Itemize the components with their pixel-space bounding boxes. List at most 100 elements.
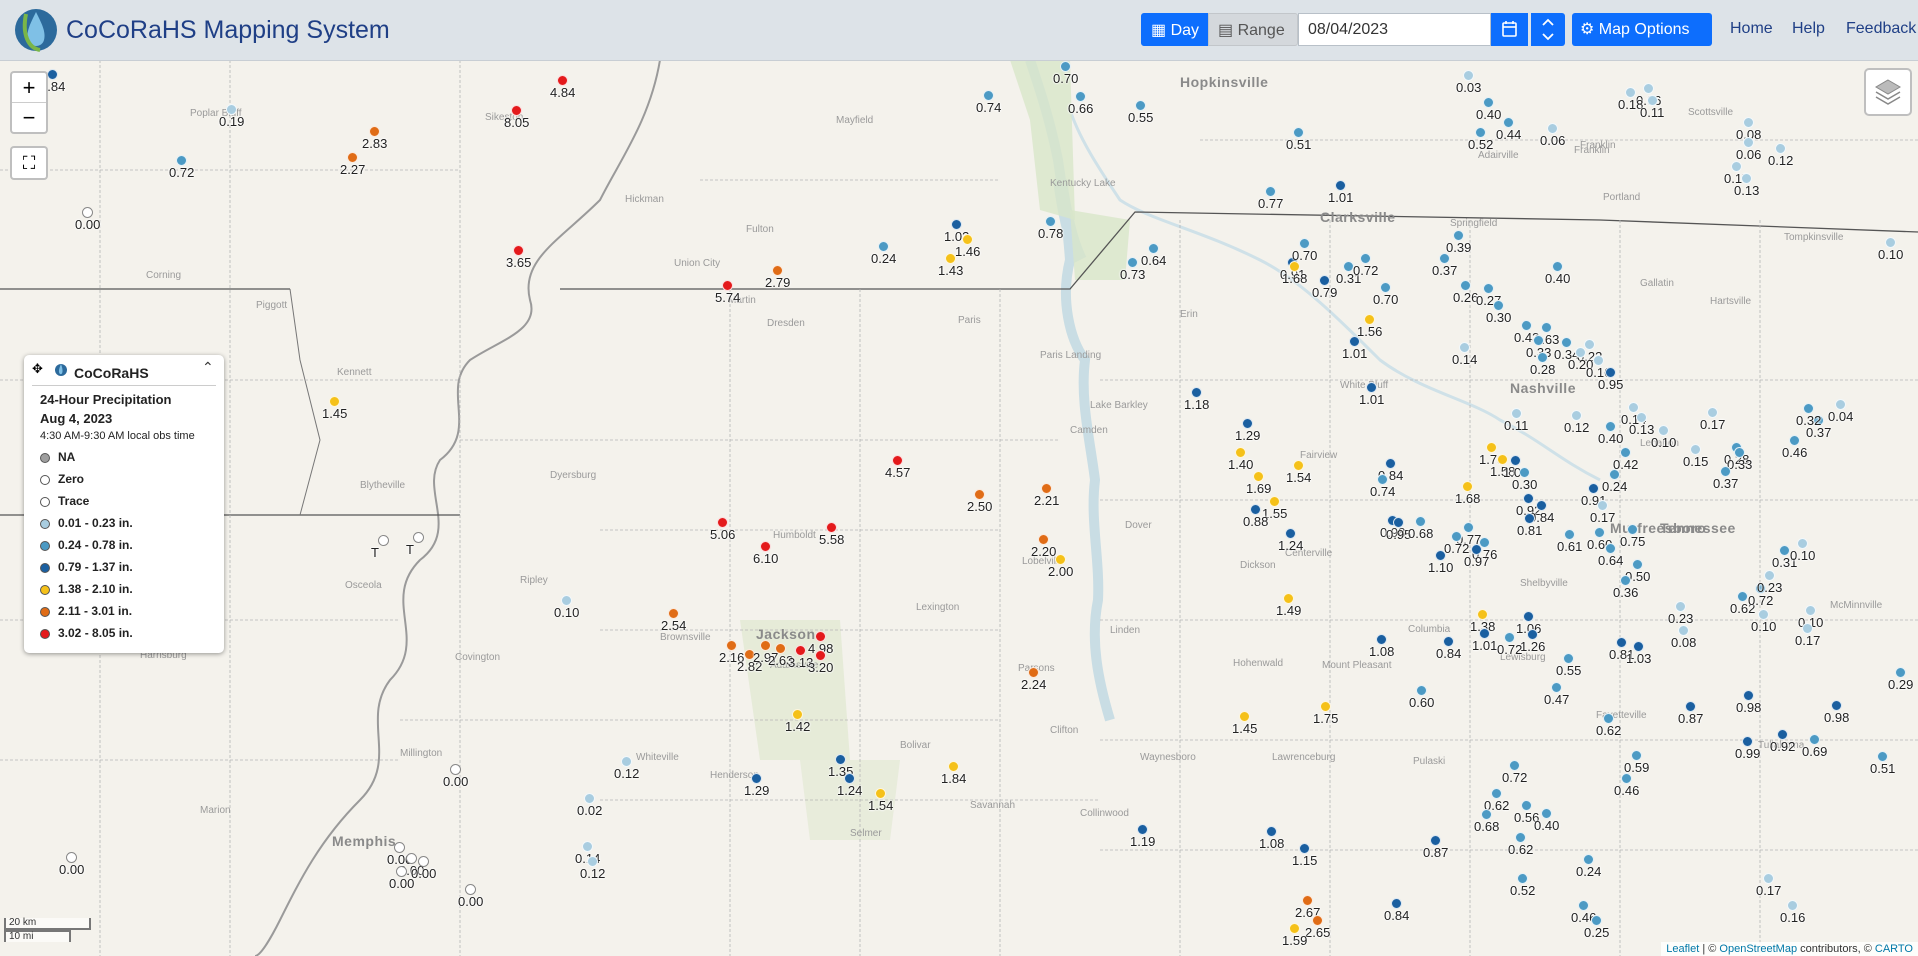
carto-link[interactable]: CARTO — [1875, 943, 1913, 955]
place-label: Columbia — [1408, 624, 1451, 635]
zoom-out-button[interactable]: − — [12, 103, 46, 132]
station-value-label: 0.69 — [1802, 744, 1828, 759]
station-value-label: 1.54 — [868, 798, 894, 813]
station-value-label: 2.83 — [362, 136, 388, 151]
collapse-chevron-icon[interactable]: ⌃ — [202, 359, 214, 376]
place-label: Pulaski — [1413, 756, 1446, 767]
station-value-label: 0.29 — [1888, 677, 1914, 692]
legend-divider — [32, 385, 216, 386]
station-value-label: 0.52 — [1468, 137, 1494, 152]
station-value-label: 1.29 — [744, 783, 770, 798]
station-value-label: 1.68 — [1282, 271, 1308, 286]
station-value-label: 0.36 — [1613, 585, 1639, 600]
place-label: Dover — [1125, 520, 1152, 531]
cocorahs-logo[interactable] — [12, 4, 62, 54]
legend-class-label: 0.01 - 0.23 in. — [58, 516, 133, 530]
station-value-label: 0.84 — [1384, 908, 1410, 923]
station-value-label: 1.68 — [1455, 491, 1481, 506]
place-label: Nashville — [1510, 380, 1576, 396]
station-value-label: 2.50 — [967, 499, 993, 514]
station-value-label: 0.46 — [1782, 445, 1808, 460]
map-attribution: Leaflet | © OpenStreetMap contributors, … — [1661, 942, 1918, 956]
station-value-label: 1.56 — [1357, 324, 1383, 339]
station-value-label: 0.40 — [1545, 271, 1571, 286]
station-value-label: 0.73 — [1120, 267, 1146, 282]
nav-home[interactable]: Home — [1730, 20, 1773, 38]
station-value-label: 1.45 — [322, 406, 348, 421]
legend-title: 24-Hour Precipitation — [40, 392, 172, 407]
station-value-label: 0.55 — [1556, 663, 1582, 678]
place-label: Dyersburg — [550, 470, 597, 481]
precip-legend: ✥ CoCoRaHS ⌃ 24-Hour Precipitation Aug 4… — [24, 355, 224, 653]
station-value-label: 1.08 — [1369, 644, 1395, 659]
station-value-label: 0.70 — [1373, 292, 1399, 307]
place-label: Waynesboro — [1140, 752, 1196, 763]
gear-icon: ⚙ — [1580, 21, 1595, 38]
range-button[interactable]: ▤ Range — [1208, 13, 1298, 46]
leaflet-link[interactable]: Leaflet — [1666, 943, 1699, 955]
station-value-label: 0.98 — [1824, 710, 1850, 725]
station-value-label: 0.24 — [871, 251, 897, 266]
zoom-in-button[interactable]: + — [12, 73, 46, 103]
fullscreen-button[interactable]: ⛶ — [10, 146, 48, 180]
station-value-label: 1.84 — [941, 771, 967, 786]
legend-swatch — [40, 562, 50, 573]
place-label: Kentucky Lake — [1050, 178, 1116, 189]
date-input[interactable]: 08/04/2023 — [1298, 13, 1491, 46]
station-value-label: 1.24 — [837, 783, 863, 798]
station-value-label: 0.30 — [1512, 477, 1538, 492]
station-value-label: 2.24 — [1021, 677, 1047, 692]
move-icon[interactable]: ✥ — [32, 361, 43, 377]
station-value-label: 8.05 — [504, 115, 530, 130]
station-value-label: 0.37 — [1432, 263, 1458, 278]
legend-class-label: 2.11 - 3.01 in. — [58, 604, 133, 618]
place-label: Hickman — [625, 194, 664, 205]
station-value-label: 0.64 — [1141, 253, 1167, 268]
calendar-range-icon: ▤ — [1218, 22, 1234, 39]
place-label: Paris Landing — [1040, 350, 1102, 361]
station-value-label: T — [406, 542, 414, 557]
legend-class-label: 0.79 - 1.37 in. — [58, 560, 133, 574]
osm-link[interactable]: OpenStreetMap — [1719, 943, 1797, 955]
calendar-picker-button[interactable] — [1491, 13, 1528, 46]
station-value-label: 0.17 — [1590, 510, 1616, 525]
station-value-label: 0.78 — [1038, 226, 1064, 241]
legend-class-label: 3.02 - 8.05 in. — [58, 626, 133, 640]
station-value-label: 0.23 — [1668, 611, 1694, 626]
day-button[interactable]: ▦ Day — [1141, 13, 1208, 46]
nav-feedback[interactable]: Feedback — [1846, 20, 1916, 38]
scale-mi: 10 mi — [4, 930, 71, 942]
map-canvas[interactable]: Kennett Sikeston Blytheville Osceola Dyersbu… — [0, 60, 1918, 956]
app-header: CoCoRaHS Mapping System ▦ Day ▤ Range 08… — [0, 0, 1918, 61]
station-value-label: 0.30 — [1486, 310, 1512, 325]
station-value-label: 0.87 — [1678, 711, 1704, 726]
station-value-label: T — [371, 545, 379, 560]
legend-class-row: 0.79 - 1.37 in. — [40, 560, 133, 574]
station-value-label: 1.46 — [955, 244, 981, 259]
legend-class-row: Zero — [40, 472, 84, 486]
place-label: Dresden — [767, 318, 805, 329]
station-value-label: 0.10 — [1651, 435, 1677, 450]
station-marker[interactable] — [378, 535, 389, 546]
station-value-label: 0.12 — [1768, 153, 1794, 168]
legend-class-label: Zero — [58, 472, 85, 486]
station-value-label: 0.32 — [1796, 413, 1822, 428]
station-value-label: 0.75 — [1620, 534, 1646, 549]
station-value-label: 0.51 — [1286, 137, 1312, 152]
map-options-button[interactable]: ⚙ Map Options — [1572, 13, 1712, 46]
place-label: Blytheville — [360, 480, 406, 491]
nav-help[interactable]: Help — [1792, 20, 1825, 38]
place-label: Millington — [400, 748, 443, 759]
station-marker[interactable] — [413, 532, 424, 543]
layers-button[interactable] — [1864, 68, 1912, 116]
station-value-label: 1.24 — [1278, 538, 1304, 553]
place-label: Mayfield — [836, 115, 874, 126]
station-value-label: 0.68 — [1474, 819, 1500, 834]
station-value-label: 0.00 — [411, 866, 437, 881]
station-value-label: 0.64 — [1598, 553, 1624, 568]
date-stepper[interactable] — [1531, 13, 1565, 46]
station-value-label: 1.40 — [1228, 457, 1254, 472]
legend-class-row: 3.02 - 8.05 in. — [40, 626, 133, 640]
station-value-label: 0.92 — [1770, 739, 1796, 754]
station-value-label: 0.03 — [1456, 80, 1482, 95]
